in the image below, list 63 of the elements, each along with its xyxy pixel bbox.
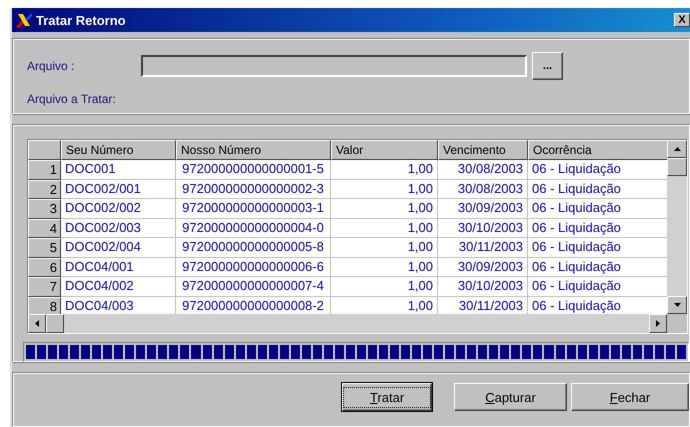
horizontal-scrollbar[interactable] <box>28 314 667 333</box>
column-header[interactable]: Valor <box>331 140 438 160</box>
table-cell: 1,00 <box>331 258 438 277</box>
row-header[interactable]: 1 <box>28 160 61 180</box>
window-title: Tratar Retorno <box>36 12 127 28</box>
table-cell: 1,00 <box>331 199 438 218</box>
action-button[interactable]: Capturar <box>454 383 567 411</box>
browse-button[interactable]: ... <box>532 52 563 80</box>
table-cell: 972000000000000006-6 <box>176 258 331 277</box>
column-header[interactable]: Vencimento <box>438 140 528 160</box>
table-cell: DOC04/002 <box>61 277 176 296</box>
down-arrow-icon <box>674 303 680 307</box>
row-header[interactable]: 8 <box>28 296 61 314</box>
table-cell: DOC002/004 <box>61 238 176 258</box>
table-cell: 30/08/2003 <box>438 180 528 199</box>
table-cell: 1,00 <box>331 277 438 296</box>
file-input-field[interactable] <box>141 55 527 77</box>
column-header[interactable]: Seu Número <box>61 140 176 160</box>
table-cell: 30/08/2003 <box>438 160 528 180</box>
table-cell: 30/11/2003 <box>438 238 528 258</box>
scroll-thumb[interactable] <box>46 314 64 333</box>
scroll-thumb[interactable] <box>667 158 687 176</box>
row-header[interactable]: 4 <box>28 218 61 238</box>
table-cell: 1,00 <box>331 160 438 180</box>
file-to-process-label: Arquivo a Tratar: <box>27 92 117 106</box>
table-cell: 972000000000000003-1 <box>176 199 331 218</box>
table-cell: 1,00 <box>331 218 438 238</box>
row-header[interactable]: 3 <box>28 199 61 218</box>
column-header[interactable]: Nosso Número <box>176 140 331 160</box>
row-header[interactable]: 6 <box>28 258 61 277</box>
table-cell: 972000000000000001-5 <box>176 160 331 180</box>
table-cell: DOC001 <box>61 160 176 180</box>
left-arrow-icon <box>35 320 39 327</box>
close-button[interactable]: X <box>674 13 690 27</box>
row-header[interactable]: 5 <box>28 238 61 258</box>
table-cell: 1,00 <box>331 180 438 199</box>
table-cell: DOC002/002 <box>61 199 176 218</box>
app-logo-icon <box>15 12 33 28</box>
table-cell: 30/09/2003 <box>438 258 528 277</box>
table-cell: DOC002/003 <box>61 218 176 238</box>
scroll-left-button[interactable] <box>28 314 46 333</box>
table-cell: 972000000000000007-4 <box>176 277 331 296</box>
table-cell: 972000000000000004-0 <box>176 218 331 238</box>
table-cell: 1,00 <box>331 238 438 258</box>
table-cell: 30/10/2003 <box>438 277 528 296</box>
scroll-right-button[interactable] <box>649 314 667 333</box>
right-arrow-icon <box>656 320 660 327</box>
vertical-scrollbar[interactable] <box>667 140 687 333</box>
file-label: Arquivo : <box>27 59 76 73</box>
scroll-down-button[interactable] <box>667 296 687 314</box>
table-cell: 30/09/2003 <box>438 199 528 218</box>
table-cell: 30/10/2003 <box>438 218 528 238</box>
action-button[interactable]: Fechar <box>571 383 689 411</box>
scroll-up-button[interactable] <box>667 140 687 158</box>
row-header[interactable]: 2 <box>28 180 61 199</box>
table-cell: DOC04/001 <box>61 258 176 277</box>
row-header[interactable]: 7 <box>28 277 61 296</box>
table-cell: 972000000000000005-8 <box>176 238 331 258</box>
column-header[interactable]: Ocorrência <box>528 140 667 160</box>
action-button[interactable]: Tratar <box>342 383 432 411</box>
up-arrow-icon <box>674 147 680 151</box>
table-cell: 972000000000000002-3 <box>176 180 331 199</box>
table-cell: DOC002/001 <box>61 180 176 199</box>
